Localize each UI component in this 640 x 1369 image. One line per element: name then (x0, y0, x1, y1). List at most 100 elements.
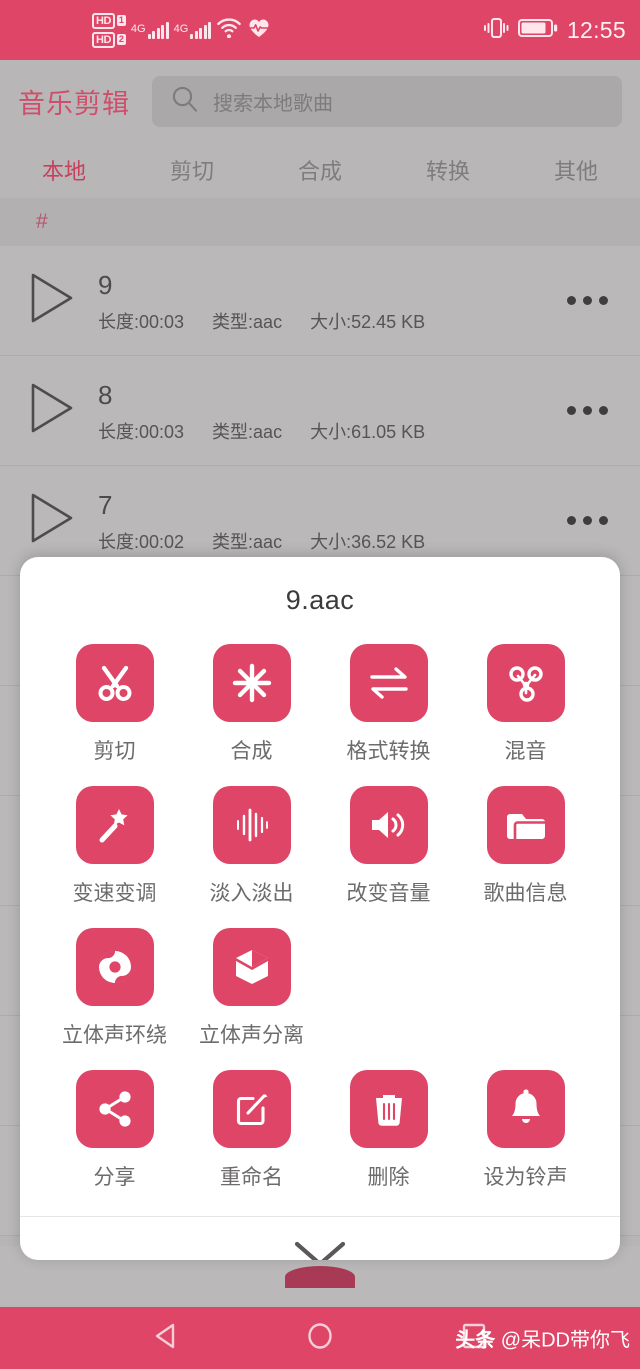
table-row[interactable]: 9 长度:00:03 类型:aac 大小:52.45 KB (0, 246, 640, 356)
tab-bar: 本地 剪切 合成 转换 其他 (0, 142, 640, 198)
tab-local[interactable]: 本地 (0, 154, 128, 186)
action-cut[interactable]: 剪切 (46, 644, 183, 786)
song-size: 大小:52.45 KB (310, 311, 426, 332)
more-options-icon[interactable] (567, 516, 608, 525)
list-index-header: # (0, 198, 640, 246)
page-title: 音乐剪辑 (18, 88, 130, 119)
share-icon (75, 1070, 154, 1148)
network-type-2: 4G (173, 22, 189, 35)
action-volume[interactable]: 改变音量 (320, 786, 457, 928)
action-label: 格式转换 (346, 740, 431, 763)
song-meta: 长度:00:03 类型:aac 大小:61.05 KB (98, 418, 567, 444)
signal-bars-icon-1 (147, 21, 169, 39)
speaker-volume-icon (349, 786, 428, 864)
home-circle-icon[interactable] (303, 1319, 337, 1358)
dual-sim-hd-indicator: HD 1 HD 2 (92, 12, 126, 48)
scissors-icon (75, 644, 154, 722)
table-row[interactable]: 8 长度:00:03 类型:aac 大小:61.05 KB (0, 356, 640, 466)
song-duration: 长度:00:03 (98, 421, 185, 442)
action-fade[interactable]: 淡入淡出 (183, 786, 320, 928)
collapse-sheet-button[interactable] (20, 1217, 620, 1260)
hd-sim2: HD 2 (92, 31, 126, 48)
tab-merge[interactable]: 合成 (256, 154, 384, 186)
song-name: 7 (98, 489, 113, 520)
action-label: 分享 (93, 1166, 136, 1189)
song-name: 8 (98, 379, 113, 410)
song-info: 8 长度:00:03 类型:aac 大小:61.05 KB (98, 378, 567, 444)
tab-cut[interactable]: 剪切 (128, 154, 256, 186)
action-label: 淡入淡出 (209, 882, 294, 905)
bell-icon (486, 1070, 565, 1148)
action-set-ringtone[interactable]: 设为铃声 (457, 1070, 594, 1212)
list-index-label: # (36, 210, 48, 233)
action-split-stereo[interactable]: 立体声分离 (183, 928, 320, 1070)
play-icon[interactable] (26, 270, 84, 331)
action-sheet: 9.aac 剪切 合成 格式转换 混音 变速变调 淡入淡出 改变音量 歌曲信息 … (20, 557, 620, 1260)
action-share[interactable]: 分享 (46, 1070, 183, 1212)
search-placeholder: 搜索本地歌曲 (213, 92, 333, 115)
action-label: 混音 (504, 740, 547, 763)
action-surround[interactable]: 立体声环绕 (46, 928, 183, 1070)
vibrate-icon (483, 16, 509, 45)
watermark-brand: 头条 (455, 1329, 496, 1352)
status-bar-right-icons: 12:55 (483, 16, 626, 45)
grid-spacer (320, 928, 457, 1070)
action-speed-pitch[interactable]: 变速变调 (46, 786, 183, 928)
song-meta: 长度:00:03 类型:aac 大小:52.45 KB (98, 308, 567, 334)
status-bar: HD 1 HD 2 4G 4G 12:55 (0, 0, 640, 60)
waveform-icon (212, 786, 291, 864)
trash-icon (349, 1070, 428, 1148)
watermark-handle: @呆DD带你飞 (500, 1329, 630, 1352)
grid-spacer (457, 928, 594, 1070)
hd-label-1: HD (92, 12, 115, 29)
more-options-icon[interactable] (567, 296, 608, 305)
action-delete[interactable]: 删除 (320, 1070, 457, 1212)
watermark: 头条 @呆DD带你飞 (455, 1324, 630, 1353)
action-label: 剪切 (93, 740, 136, 763)
back-triangle-icon[interactable] (149, 1319, 183, 1358)
hd-label-2: HD (92, 31, 115, 48)
network-type-1: 4G (130, 22, 146, 35)
tab-convert[interactable]: 转换 (384, 154, 512, 186)
song-size: 大小:36.52 KB (310, 531, 426, 552)
song-type: 类型:aac (212, 531, 283, 552)
swap-arrows-icon (349, 644, 428, 722)
app-bar: 音乐剪辑 搜索本地歌曲 (0, 60, 640, 142)
song-name: 9 (98, 269, 113, 300)
play-icon[interactable] (26, 490, 84, 551)
action-song-info[interactable]: 歌曲信息 (457, 786, 594, 928)
song-size: 大小:61.05 KB (310, 421, 426, 442)
mix-nodes-icon (486, 644, 565, 722)
song-info: 7 长度:00:02 类型:aac 大小:36.52 KB (98, 488, 567, 554)
obscured-nav-label-left (93, 1265, 99, 1288)
song-type: 类型:aac (212, 421, 283, 442)
signal-indicator-1: 4G (130, 21, 169, 39)
action-format-convert[interactable]: 格式转换 (320, 644, 457, 786)
action-label: 立体声分离 (199, 1024, 304, 1047)
song-meta: 长度:00:02 类型:aac 大小:36.52 KB (98, 528, 567, 554)
signal-bars-icon-2 (190, 21, 212, 39)
action-label: 重命名 (220, 1166, 283, 1189)
play-icon[interactable] (26, 380, 84, 441)
action-label: 变速变调 (72, 882, 157, 905)
action-mix[interactable]: 混音 (457, 644, 594, 786)
song-duration: 长度:00:03 (98, 311, 185, 332)
more-options-icon[interactable] (567, 406, 608, 415)
tab-other[interactable]: 其他 (512, 154, 640, 186)
search-icon (170, 84, 200, 119)
song-info: 9 长度:00:03 类型:aac 大小:52.45 KB (98, 268, 567, 334)
phone-screen: HD 1 HD 2 4G 4G 12:55 音乐剪辑 搜索本地歌曲 本地 剪切 … (0, 0, 640, 1369)
status-bar-left-icons: HD 1 HD 2 4G 4G (92, 12, 271, 48)
action-label: 歌曲信息 (483, 882, 568, 905)
action-rename[interactable]: 重命名 (183, 1070, 320, 1212)
signal-indicator-2: 4G (173, 21, 212, 39)
system-nav-bar: 头条 @呆DD带你飞 (0, 1307, 640, 1369)
song-duration: 长度:00:02 (98, 531, 185, 552)
action-grid: 剪切 合成 格式转换 混音 变速变调 淡入淡出 改变音量 歌曲信息 立体声环绕 … (20, 616, 620, 1212)
action-merge[interactable]: 合成 (183, 644, 320, 786)
hd-number-2: 2 (116, 34, 126, 45)
action-label: 删除 (367, 1166, 410, 1189)
wifi-icon (216, 17, 242, 43)
search-input[interactable]: 搜索本地歌曲 (152, 75, 622, 127)
action-label: 合成 (230, 740, 273, 763)
